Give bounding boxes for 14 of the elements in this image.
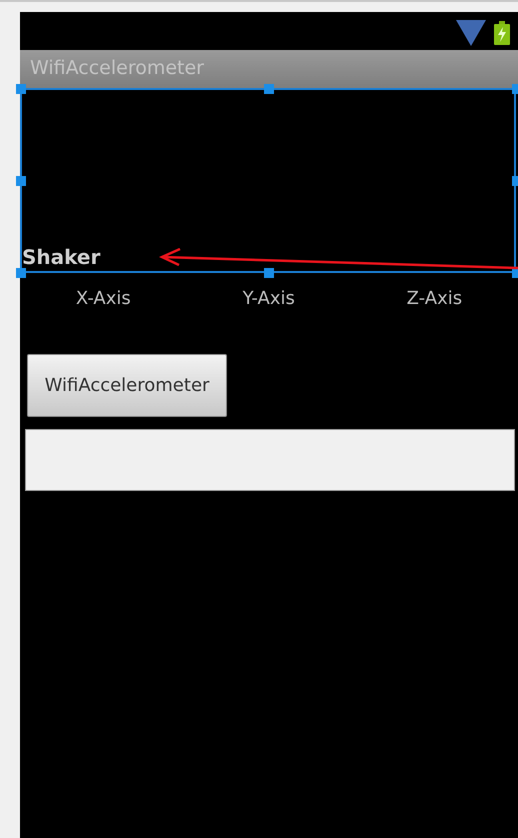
resize-handle[interactable] bbox=[16, 268, 26, 278]
resize-handle[interactable] bbox=[264, 268, 274, 278]
resize-handle[interactable] bbox=[16, 84, 26, 94]
axis-label: Y-Axis bbox=[242, 288, 295, 309]
wifi-accelerometer-button[interactable]: WifiAccelerometer bbox=[27, 354, 227, 417]
shaker-label: Shaker bbox=[22, 245, 100, 269]
wifi-icon bbox=[456, 20, 486, 46]
input-field[interactable] bbox=[25, 429, 515, 491]
battery-icon bbox=[494, 21, 510, 45]
resize-handle[interactable] bbox=[264, 84, 274, 94]
axis-label: X-Axis bbox=[76, 288, 131, 309]
app-title: WifiAccelerometer bbox=[20, 50, 518, 88]
resize-handle[interactable] bbox=[16, 176, 26, 186]
axis-label: Z-Axis bbox=[406, 288, 462, 309]
